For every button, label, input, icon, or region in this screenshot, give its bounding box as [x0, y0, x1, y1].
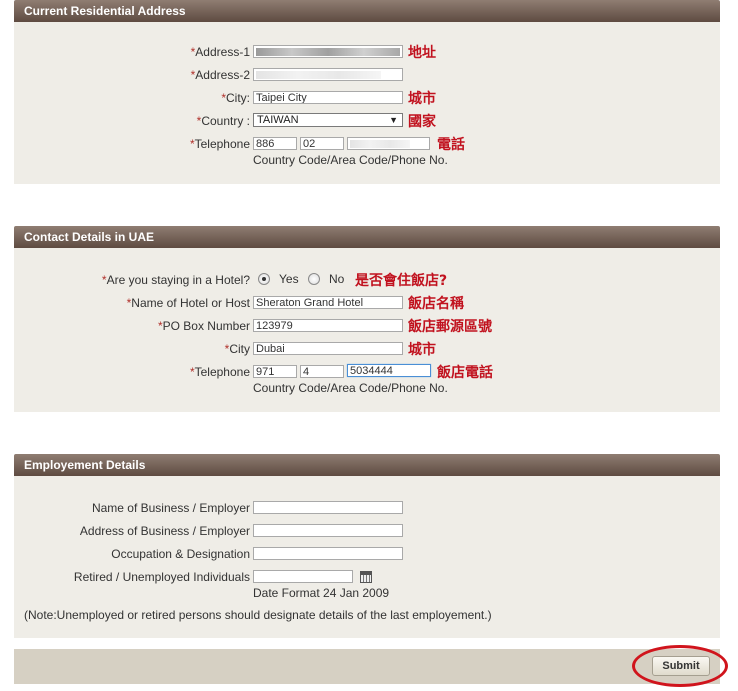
address2-label: *Address-2	[190, 68, 250, 82]
uae-section-title: Contact Details in UAE	[24, 230, 155, 244]
address1-input[interactable]	[253, 45, 403, 58]
annotation-country: 國家	[408, 114, 436, 130]
uae-city-input[interactable]: Dubai	[253, 342, 403, 355]
employment-section-header: Employement Details	[14, 454, 720, 476]
pobox-label: *PO Box Number	[157, 319, 250, 333]
business-address-input[interactable]	[253, 524, 403, 537]
residential-tel-format-hint: Country Code/Area Code/Phone No.	[253, 153, 448, 167]
address2-input[interactable]	[253, 68, 403, 81]
uae-tel-format-hint: Country Code/Area Code/Phone No.	[253, 381, 448, 395]
annotation-hotel-name: 飯店名稱	[408, 296, 464, 312]
employment-note: (Note:Unemployed or retired persons shou…	[24, 608, 492, 622]
address2-redacted-value	[256, 71, 381, 79]
uae-telephone-label: *Telephone	[189, 365, 250, 379]
hotel-question-label: *Are you staying in a Hotel?	[101, 273, 250, 287]
annotation-city: 城市	[408, 91, 436, 107]
residential-telephone-label: *Telephone	[189, 137, 250, 151]
residential-tel-number-input[interactable]	[347, 137, 430, 150]
annotation-hotel-question: 是否會住飯店?	[355, 273, 448, 289]
business-name-input[interactable]	[253, 501, 403, 514]
pobox-input[interactable]: 123979	[253, 319, 403, 332]
uae-tel-country-code-input[interactable]: 971	[253, 365, 297, 378]
residential-tel-country-code-input[interactable]: 886	[253, 137, 297, 150]
residential-city-label: *City:	[221, 91, 250, 105]
business-address-label: Address of Business / Employer	[79, 524, 250, 538]
address1-label: *Address-1	[190, 45, 250, 59]
country-selected-value: TAIWAN	[257, 114, 299, 126]
annotation-uae-city: 城市	[408, 342, 436, 358]
date-format-hint: Date Format 24 Jan 2009	[253, 586, 390, 600]
uae-city-label: *City	[224, 342, 250, 356]
residential-tel-redacted-value	[350, 140, 410, 148]
annotation-pobox: 飯店郵源區號	[408, 319, 492, 335]
business-name-label: Name of Business / Employer	[91, 501, 250, 515]
calendar-icon[interactable]	[360, 571, 372, 583]
hotel-no-label: No	[329, 272, 345, 286]
hotel-yes-label: Yes	[279, 272, 299, 286]
hotel-name-label: *Name of Hotel or Host	[126, 296, 250, 310]
retired-label: Retired / Unemployed Individuals	[73, 570, 250, 584]
residential-section-header: Current Residential Address	[14, 0, 720, 22]
residential-tel-area-code-input[interactable]: 02	[300, 137, 344, 150]
occupation-label: Occupation & Designation	[111, 547, 250, 561]
country-select[interactable]: TAIWAN ▼	[253, 113, 403, 127]
occupation-input[interactable]	[253, 547, 403, 560]
uae-tel-area-code-input[interactable]: 4	[300, 365, 344, 378]
uae-tel-number-input[interactable]: 5034444	[347, 364, 431, 377]
hotel-no-radio[interactable]	[308, 273, 320, 285]
annotation-phone: 電話	[437, 137, 465, 153]
address1-redacted-value	[256, 48, 400, 56]
retired-date-input[interactable]	[253, 570, 353, 583]
hotel-name-input[interactable]: Sheraton Grand Hotel	[253, 296, 403, 309]
employment-section-title: Employement Details	[24, 458, 146, 472]
country-label: *Country :	[196, 114, 250, 128]
highlight-ellipse	[632, 645, 728, 687]
form-footer	[14, 649, 720, 684]
hotel-yes-radio[interactable]	[258, 273, 270, 285]
annotation-address: 地址	[408, 45, 436, 61]
uae-section-header: Contact Details in UAE	[14, 226, 720, 248]
residential-section-title: Current Residential Address	[24, 4, 186, 18]
annotation-hotel-phone: 飯店電話	[437, 365, 493, 381]
dropdown-arrow-icon: ▼	[389, 115, 398, 125]
residential-city-input[interactable]: Taipei City	[253, 91, 403, 104]
